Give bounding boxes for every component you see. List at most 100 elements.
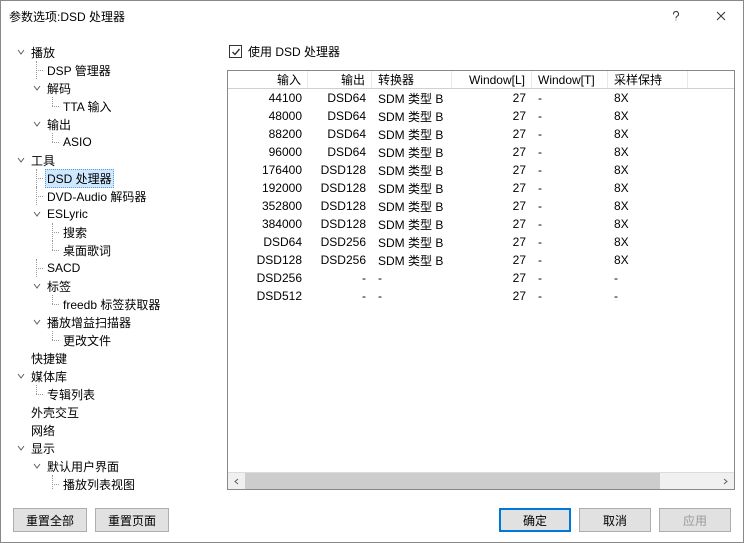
chevron-down-icon[interactable] (13, 43, 29, 61)
tree-item-19[interactable]: 专辑列表 (9, 385, 219, 403)
tree-label: freedb 标签获取器 (61, 296, 162, 313)
table-cell: SDM 类型 B (372, 198, 452, 215)
tree-item-1[interactable]: DSP 管理器 (9, 61, 219, 79)
tree-item-24[interactable]: 播放列表视图 (9, 475, 219, 490)
tree-item-4[interactable]: 输出 (9, 115, 219, 133)
table-body[interactable]: 44100DSD64SDM 类型 B27-8X48000DSD64SDM 类型 … (228, 89, 734, 472)
table-row[interactable]: 44100DSD64SDM 类型 B27-8X (228, 89, 734, 107)
table-cell: 88200 (228, 127, 308, 141)
table-row[interactable]: 88200DSD64SDM 类型 B27-8X (228, 125, 734, 143)
tree-label: 显示 (29, 440, 57, 457)
table-cell: 8X (608, 145, 688, 159)
table-row[interactable]: 96000DSD64SDM 类型 B27-8X (228, 143, 734, 161)
chevron-down-icon[interactable] (29, 277, 45, 295)
table-cell: 27 (452, 181, 532, 195)
table-row[interactable]: 352800DSD128SDM 类型 B27-8X (228, 197, 734, 215)
nav-tree[interactable]: 播放DSP 管理器解码TTA 输入输出 ASIO 工具DSD 处理器DVD-Audi… (9, 39, 219, 490)
table-row[interactable]: DSD256--27-- (228, 269, 734, 287)
table-cell: 352800 (228, 199, 308, 213)
tree-item-18[interactable]: 媒体库 (9, 367, 219, 385)
table-row[interactable]: DSD128DSD256SDM 类型 B27-8X (228, 251, 734, 269)
tree-label: ASIO (61, 135, 94, 149)
tree-label: 播放 (29, 44, 57, 61)
enable-dsd-checkbox[interactable]: 使用 DSD 处理器 (227, 39, 735, 70)
table-cell: DSD128 (308, 199, 372, 213)
chevron-down-icon[interactable] (29, 79, 45, 97)
horizontal-scrollbar[interactable] (228, 472, 734, 489)
chevron-down-icon[interactable] (29, 457, 45, 475)
column-header-0[interactable]: 输入 (228, 71, 308, 88)
chevron-down-icon[interactable] (13, 367, 29, 385)
tree-label: 网络 (29, 422, 57, 439)
table-cell: DSD256 (308, 235, 372, 249)
table-cell: 8X (608, 163, 688, 177)
column-header-2[interactable]: 转换器 (372, 71, 452, 88)
tree-item-22[interactable]: 显示 (9, 439, 219, 457)
tree-item-2[interactable]: 解码 (9, 79, 219, 97)
right-panel: 使用 DSD 处理器 输入输出转换器Window[L]Window[T]采样保持… (227, 39, 735, 490)
table-cell: - (532, 271, 608, 285)
tree-item-8[interactable]: DVD-Audio 解码器 (9, 187, 219, 205)
chevron-down-icon[interactable] (29, 115, 45, 133)
tree-item-6[interactable]: 工具 (9, 151, 219, 169)
tree-item-21[interactable]: 网络 (9, 421, 219, 439)
tree-item-3[interactable]: TTA 输入 (9, 97, 219, 115)
chevron-down-icon[interactable] (13, 439, 29, 457)
tree-item-10[interactable]: 搜索 (9, 223, 219, 241)
scroll-right-icon[interactable] (717, 473, 734, 489)
table-cell: 27 (452, 289, 532, 303)
table-row[interactable]: 176400DSD128SDM 类型 B27-8X (228, 161, 734, 179)
table-cell: 176400 (228, 163, 308, 177)
reset-page-button[interactable]: 重置页面 (95, 508, 169, 532)
table-cell: 27 (452, 91, 532, 105)
chevron-down-icon[interactable] (29, 205, 45, 223)
scroll-left-icon[interactable] (228, 473, 245, 489)
table-cell: - (532, 163, 608, 177)
table-row[interactable]: 48000DSD64SDM 类型 B27-8X (228, 107, 734, 125)
table-cell: - (532, 289, 608, 303)
column-header-1[interactable]: 输出 (308, 71, 372, 88)
tree-label: DSP 管理器 (45, 62, 113, 79)
tree-item-0[interactable]: 播放 (9, 43, 219, 61)
table-cell: 27 (452, 253, 532, 267)
table-cell: 27 (452, 199, 532, 213)
column-header-3[interactable]: Window[L] (452, 71, 532, 88)
scroll-track[interactable] (245, 473, 717, 489)
help-button[interactable] (653, 1, 698, 31)
tree-item-23[interactable]: 默认用户界面 (9, 457, 219, 475)
table-cell: SDM 类型 B (372, 252, 452, 269)
tree-item-11[interactable]: 桌面歌词 (9, 241, 219, 259)
table-cell: SDM 类型 B (372, 126, 452, 143)
tree-item-13[interactable]: 标签 (9, 277, 219, 295)
tree-item-7[interactable]: DSD 处理器 (9, 169, 219, 187)
apply-button[interactable]: 应用 (659, 508, 731, 532)
table-row[interactable]: 384000DSD128SDM 类型 B27-8X (228, 215, 734, 233)
close-button[interactable] (698, 1, 743, 31)
cancel-button[interactable]: 取消 (579, 508, 651, 532)
table-header[interactable]: 输入输出转换器Window[L]Window[T]采样保持 (228, 71, 734, 89)
tree-item-16[interactable]: 更改文件 (9, 331, 219, 349)
table-cell: SDM 类型 B (372, 108, 452, 125)
tree-item-20[interactable]: 外壳交互 (9, 403, 219, 421)
table-row[interactable]: 192000DSD128SDM 类型 B27-8X (228, 179, 734, 197)
table-cell: - (532, 127, 608, 141)
ok-button[interactable]: 确定 (499, 508, 571, 532)
column-header-5[interactable]: 采样保持 (608, 71, 688, 88)
tree-item-12[interactable]: SACD (9, 259, 219, 277)
branch-line (29, 259, 45, 277)
column-header-4[interactable]: Window[T] (532, 71, 608, 88)
tree-label: 快捷键 (29, 350, 69, 367)
tree-item-15[interactable]: 播放增益扫描器 (9, 313, 219, 331)
tree-item-9[interactable]: ESLyric (9, 205, 219, 223)
table-row[interactable]: DSD64DSD256SDM 类型 B27-8X (228, 233, 734, 251)
chevron-down-icon[interactable] (13, 151, 29, 169)
table-row[interactable]: DSD512--27-- (228, 287, 734, 305)
tree-item-17[interactable]: 快捷键 (9, 349, 219, 367)
tree-item-5[interactable]: ASIO (9, 133, 219, 151)
reset-all-button[interactable]: 重置全部 (13, 508, 87, 532)
scroll-thumb[interactable] (245, 473, 660, 489)
chevron-down-icon[interactable] (29, 313, 45, 331)
table-cell: SDM 类型 B (372, 180, 452, 197)
tree-item-14[interactable]: freedb 标签获取器 (9, 295, 219, 313)
table-cell: 8X (608, 217, 688, 231)
